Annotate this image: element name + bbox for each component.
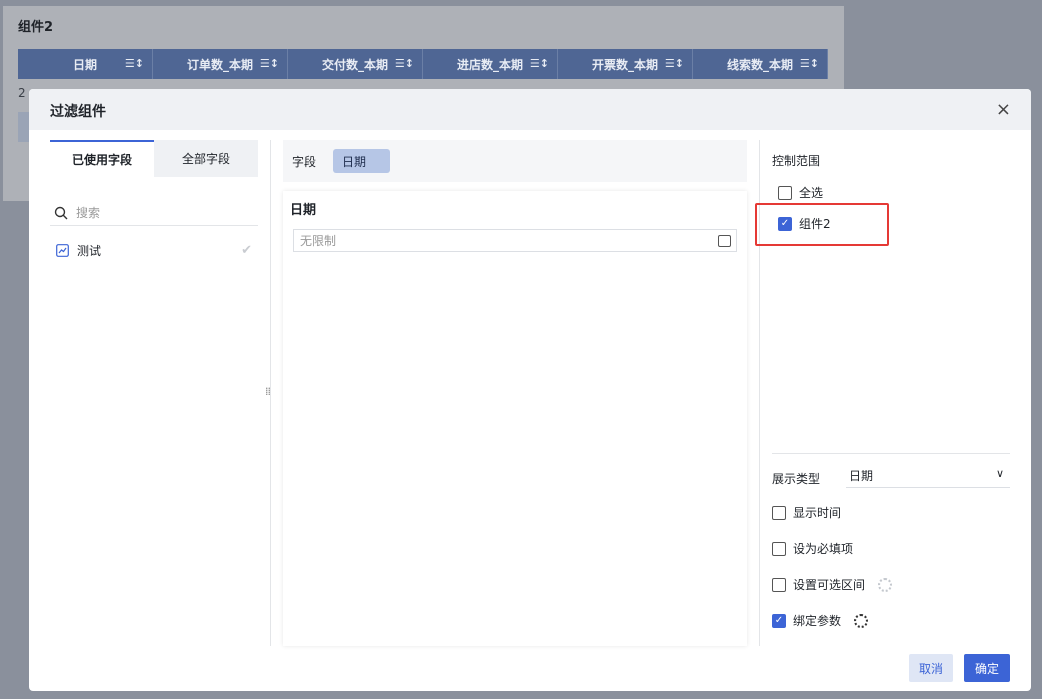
dialog-header: 过滤组件 × <box>29 89 1031 130</box>
option-label: 绑定参数 <box>793 614 842 628</box>
field-tag[interactable]: 日期 <box>333 149 391 173</box>
sort-icon: ☰↕ <box>799 57 819 70</box>
checkbox-icon[interactable] <box>772 505 786 520</box>
search-icon <box>54 206 68 219</box>
option-label: 设置可选区间 <box>793 578 866 592</box>
sort-icon: ☰↕ <box>664 57 684 70</box>
search-input[interactable]: 搜索 <box>50 200 258 226</box>
table-header-cell[interactable]: 线索数_本期 ☰↕ <box>693 49 828 79</box>
option-bind-params[interactable]: ✓ 绑定参数 <box>772 612 869 629</box>
table-header-cell[interactable]: 进店数_本期 ☰↕ <box>423 49 558 79</box>
line-chart-icon <box>56 243 69 257</box>
gear-icon[interactable] <box>878 577 893 592</box>
option-required[interactable]: 设为必填项 <box>772 540 853 557</box>
option-show-time[interactable]: 显示时间 <box>772 504 841 521</box>
drag-handle-icon[interactable]: ⁞⁞ <box>265 385 271 398</box>
field-bar-label: 字段 <box>291 154 316 169</box>
tab-used-fields[interactable]: 已使用字段 <box>50 140 154 177</box>
panel-title: 日期 <box>290 203 317 218</box>
gear-icon[interactable] <box>854 613 869 628</box>
dialog-title: 过滤组件 <box>50 104 106 120</box>
display-type-value[interactable]: 日期 <box>846 467 1010 488</box>
date-panel: 日期 无限制 <box>283 191 747 646</box>
calendar-icon[interactable] <box>718 234 731 247</box>
divider <box>270 140 271 646</box>
field-item[interactable]: 测试 ✔ <box>56 240 252 260</box>
option-selectable-range[interactable]: 设置可选区间 <box>772 576 893 593</box>
display-type-select[interactable]: 展示类型 日期 ∨ <box>772 465 1010 488</box>
table-header-cell[interactable]: 交付数_本期 ☰↕ <box>288 49 423 79</box>
sort-icon: ☰↕ <box>529 57 549 70</box>
sort-icon: ☰↕ <box>259 57 279 70</box>
close-icon[interactable]: × <box>996 99 1011 120</box>
checkmark-icon: ✔ <box>241 242 252 258</box>
cancel-button[interactable]: 取消 <box>909 654 953 682</box>
confirm-button[interactable]: 确定 <box>964 654 1010 682</box>
tab-all-fields[interactable]: 全部字段 <box>154 140 258 177</box>
table-header-cell[interactable]: 开票数_本期 ☰↕ <box>558 49 693 79</box>
checkbox-icon[interactable] <box>778 185 792 200</box>
checkbox-icon[interactable] <box>772 541 786 556</box>
table-header-cell[interactable]: 订单数_本期 ☰↕ <box>153 49 288 79</box>
field-label: 测试 <box>77 243 102 258</box>
table-row-partial: 2 <box>18 86 26 100</box>
display-type-label: 展示类型 <box>772 472 821 486</box>
filter-dialog: 过滤组件 × 已使用字段 全部字段 搜索 测试 ✔ ⁞⁞ 字段 日期 日期 无限… <box>29 89 1031 691</box>
background-title: 组件2 <box>18 20 54 35</box>
select-all-label: 全选 <box>799 186 824 200</box>
option-label: 显示时间 <box>793 506 842 520</box>
sort-icon: ☰↕ <box>394 57 414 70</box>
field-bar: 字段 日期 <box>283 140 747 182</box>
chevron-down-icon[interactable]: ∨ <box>996 467 1004 480</box>
divider <box>772 453 1010 454</box>
date-input[interactable]: 无限制 <box>293 229 737 252</box>
option-label: 设为必填项 <box>793 542 854 556</box>
sort-icon: ☰↕ <box>124 57 144 70</box>
table-header-cell[interactable]: 日期 ☰↕ <box>18 49 153 79</box>
background-table-header: 日期 ☰↕ 订单数_本期 ☰↕ 交付数_本期 ☰↕ 进店数_本期 ☰↕ 开票数_本期 ☰↕… <box>18 49 828 79</box>
date-placeholder: 无限制 <box>300 234 337 248</box>
select-all-checkbox[interactable]: 全选 <box>778 184 823 201</box>
search-placeholder: 搜索 <box>76 206 101 220</box>
highlight-box <box>755 203 889 246</box>
checkbox-icon[interactable] <box>772 577 786 592</box>
control-range-title: 控制范围 <box>772 154 821 168</box>
checkbox-checked-icon[interactable]: ✓ <box>772 613 786 628</box>
